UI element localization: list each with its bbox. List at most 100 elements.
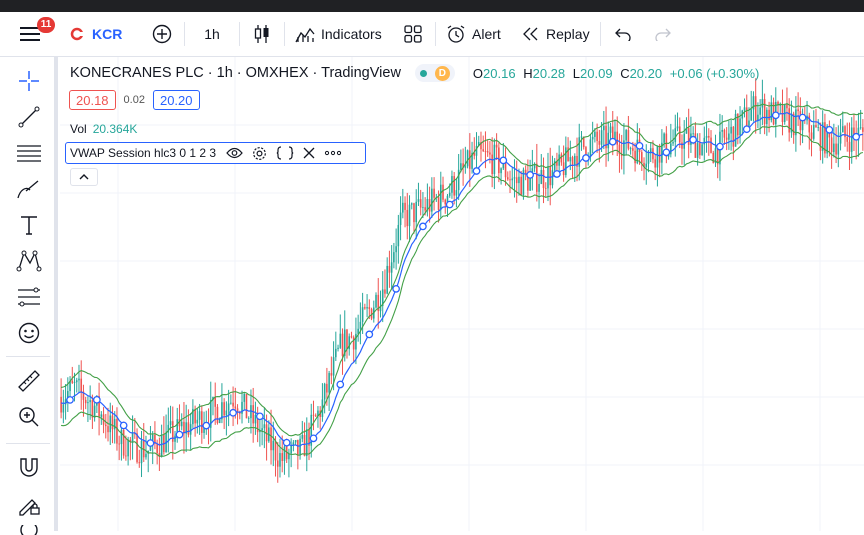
candle-body: [261, 428, 263, 431]
replay-label: Replay: [546, 26, 590, 42]
brush-icon: [17, 180, 39, 199]
indicator-settings-button[interactable]: [252, 146, 267, 161]
alert-label: Alert: [472, 26, 501, 42]
redo-button[interactable]: [643, 12, 683, 56]
sell-price-button[interactable]: 20.18: [69, 90, 116, 110]
vwap-session-marker: [716, 142, 724, 151]
candle-body: [323, 383, 326, 400]
lock-drawings-tool[interactable]: [13, 488, 45, 520]
candle-body: [754, 96, 757, 122]
candle-body: [299, 438, 301, 456]
alert-button[interactable]: Alert: [438, 12, 514, 56]
candle-body: [419, 199, 422, 208]
candle-body: [395, 246, 397, 253]
emoji-tool[interactable]: [13, 317, 45, 349]
candle-body: [513, 177, 516, 179]
more-dots-icon: [324, 150, 342, 156]
candle-body: [841, 126, 844, 133]
zoom-in-icon: [19, 407, 39, 427]
candle-body: [160, 434, 163, 457]
candle-body: [136, 433, 138, 463]
price-chart[interactable]: [60, 57, 864, 531]
candle-body: [361, 307, 364, 322]
konecranes-logo-icon: [70, 27, 84, 41]
vwap-session-marker: [92, 395, 101, 404]
candle-body: [560, 154, 563, 163]
candle-body: [460, 163, 462, 170]
ruler-icon: [18, 370, 40, 392]
candle-body: [658, 146, 661, 163]
collapse-legend-button[interactable]: [70, 168, 98, 186]
candle-body: [846, 137, 849, 142]
candle-body: [194, 408, 196, 424]
source-code-button[interactable]: [276, 146, 294, 160]
zoom-tool[interactable]: [13, 401, 45, 433]
layouts-button[interactable]: [393, 12, 433, 56]
candle-body: [314, 415, 317, 417]
vwap-indicator-legend[interactable]: VWAP Session hlc3 0 1 2 3: [65, 142, 366, 164]
candle-body: [60, 396, 62, 413]
candle-body: [113, 419, 116, 430]
candle-body: [609, 126, 612, 133]
chart-pane[interactable]: [60, 57, 864, 531]
vwap-session-marker: [798, 113, 807, 122]
candle-body: [469, 150, 471, 169]
candle-body: [596, 131, 598, 141]
toolbar-separator: [284, 22, 285, 46]
more-options-button[interactable]: [324, 150, 342, 156]
indicators-button[interactable]: Indicators: [287, 12, 393, 56]
candle-body: [225, 410, 228, 416]
candle-body: [312, 414, 315, 416]
candle-body: [183, 421, 185, 434]
candle-body: [549, 166, 552, 186]
interval-button[interactable]: 1h: [187, 12, 237, 56]
candle-body: [431, 188, 433, 212]
symbol-search-button[interactable]: KCR: [62, 12, 144, 56]
candle-body: [674, 128, 677, 143]
candle-body: [632, 148, 634, 151]
text-tool[interactable]: [13, 209, 45, 241]
vwap-session-marker: [526, 171, 534, 179]
symbol-title[interactable]: KONECRANES PLC · 1h · OMXHEX · TradingVi…: [70, 65, 401, 81]
braces-icon: [276, 146, 294, 160]
gear-icon: [253, 146, 266, 160]
candle-body: [89, 400, 91, 403]
candle-body: [350, 336, 353, 338]
eye-icon: [226, 147, 243, 159]
magnet-tool[interactable]: [13, 452, 45, 484]
compare-symbol-button[interactable]: [144, 12, 182, 56]
volume-label: Vol: [70, 122, 87, 136]
candle-body: [439, 184, 442, 210]
drawing-toolbar: [0, 57, 58, 535]
vwap-session-marker: [742, 125, 751, 134]
trend-line-tool[interactable]: [13, 101, 45, 133]
buy-price-button[interactable]: 20.20: [152, 90, 200, 110]
hide-indicator-button[interactable]: [226, 147, 243, 159]
candle-body: [87, 402, 89, 404]
toolbar-separator: [435, 22, 436, 46]
undo-icon: [615, 28, 631, 41]
candle-body: [252, 405, 254, 424]
candle-body: [73, 382, 76, 383]
vwap-session-marker: [608, 137, 617, 146]
brush-tool[interactable]: [13, 173, 45, 205]
candle-body: [848, 141, 851, 152]
trade-prices: 20.18 0.02 20.20: [69, 90, 200, 110]
lines-tool[interactable]: [13, 137, 45, 169]
chart-type-button[interactable]: [242, 12, 282, 56]
undo-button[interactable]: [603, 12, 643, 56]
replay-button[interactable]: Replay: [514, 12, 598, 56]
remove-indicator-button[interactable]: [303, 147, 315, 159]
candle-body: [594, 131, 596, 137]
fib-tool[interactable]: [13, 281, 45, 313]
candle-body: [399, 212, 402, 225]
market-status-pill[interactable]: D: [414, 64, 455, 82]
candle-body: [402, 202, 404, 213]
magnet-icon: [20, 458, 38, 477]
crosshair-tool[interactable]: [13, 65, 45, 97]
volume-legend[interactable]: Vol 20.364K: [70, 122, 137, 136]
measure-tool[interactable]: [13, 365, 45, 397]
change-value: +0.06 (+0.30%): [669, 65, 760, 81]
more-drawing-tool[interactable]: [13, 525, 45, 535]
pattern-tool[interactable]: [13, 245, 45, 277]
